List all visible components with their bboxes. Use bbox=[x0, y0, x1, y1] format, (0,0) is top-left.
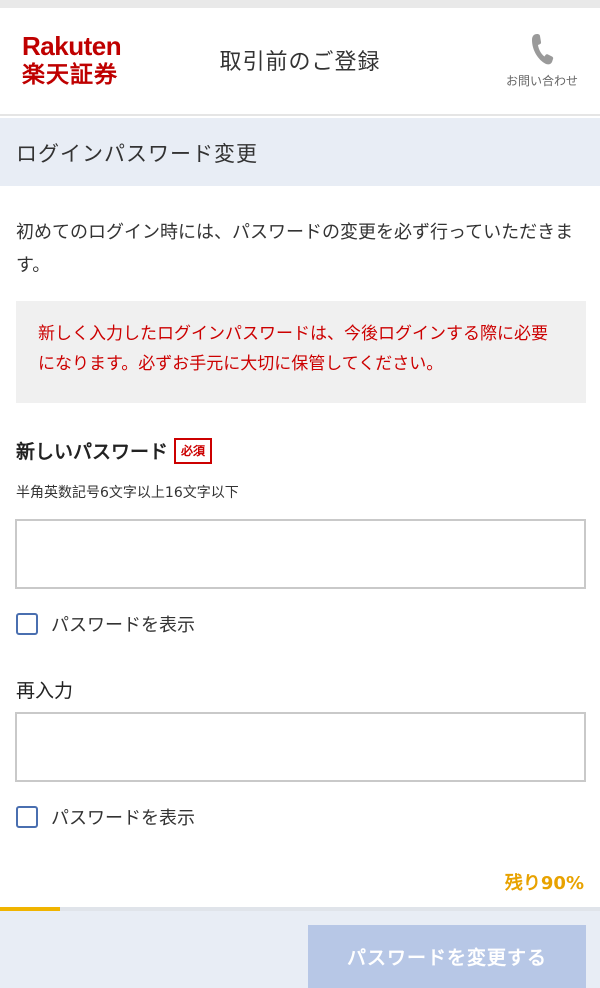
reenter-password-input[interactable] bbox=[15, 712, 586, 782]
show-password-checkbox-1[interactable] bbox=[16, 613, 38, 635]
new-password-label-text: 新しいパスワード bbox=[16, 441, 169, 463]
footer-bar: パスワードを変更する bbox=[0, 907, 600, 988]
contact-button[interactable]: お問い合わせ bbox=[500, 32, 584, 89]
contact-label: お問い合わせ bbox=[505, 74, 578, 88]
notice-text: 新しく入力したログインパスワードは、今後ログインする際に必要になります。必ずお手… bbox=[38, 324, 548, 374]
show-password-toggle-1[interactable]: パスワードを表示 bbox=[16, 611, 195, 637]
notice-box: 新しく入力したログインパスワードは、今後ログインする際に必要になります。必ずお手… bbox=[16, 301, 586, 403]
show-password-label-1: パスワードを表示 bbox=[51, 615, 195, 636]
top-edge bbox=[0, 0, 600, 8]
change-password-button[interactable]: パスワードを変更する bbox=[308, 925, 586, 988]
new-password-label: 新しいパスワード 必須 bbox=[16, 437, 213, 464]
progress-fill bbox=[0, 907, 60, 911]
password-hint: 半角英数記号6文字以上16文字以下 bbox=[16, 485, 239, 501]
phone-icon bbox=[532, 34, 554, 65]
new-password-input[interactable] bbox=[15, 519, 586, 589]
show-password-label-2: パスワードを表示 bbox=[51, 808, 195, 829]
intro-text: 初めてのログイン時には、パスワードの変更を必ず行っていただきます。 bbox=[16, 222, 574, 276]
section-heading: ログインパスワード変更 bbox=[0, 118, 600, 186]
show-password-toggle-2[interactable]: パスワードを表示 bbox=[16, 804, 195, 830]
remaining-progress-text: 残り90% bbox=[504, 873, 584, 894]
reenter-password-label: 再入力 bbox=[16, 680, 74, 702]
header: Rakuten 楽天証券 取引前のご登録 お問い合わせ bbox=[0, 8, 600, 116]
progress-bar bbox=[0, 907, 600, 911]
required-badge: 必須 bbox=[174, 437, 213, 464]
show-password-checkbox-2[interactable] bbox=[16, 806, 38, 828]
